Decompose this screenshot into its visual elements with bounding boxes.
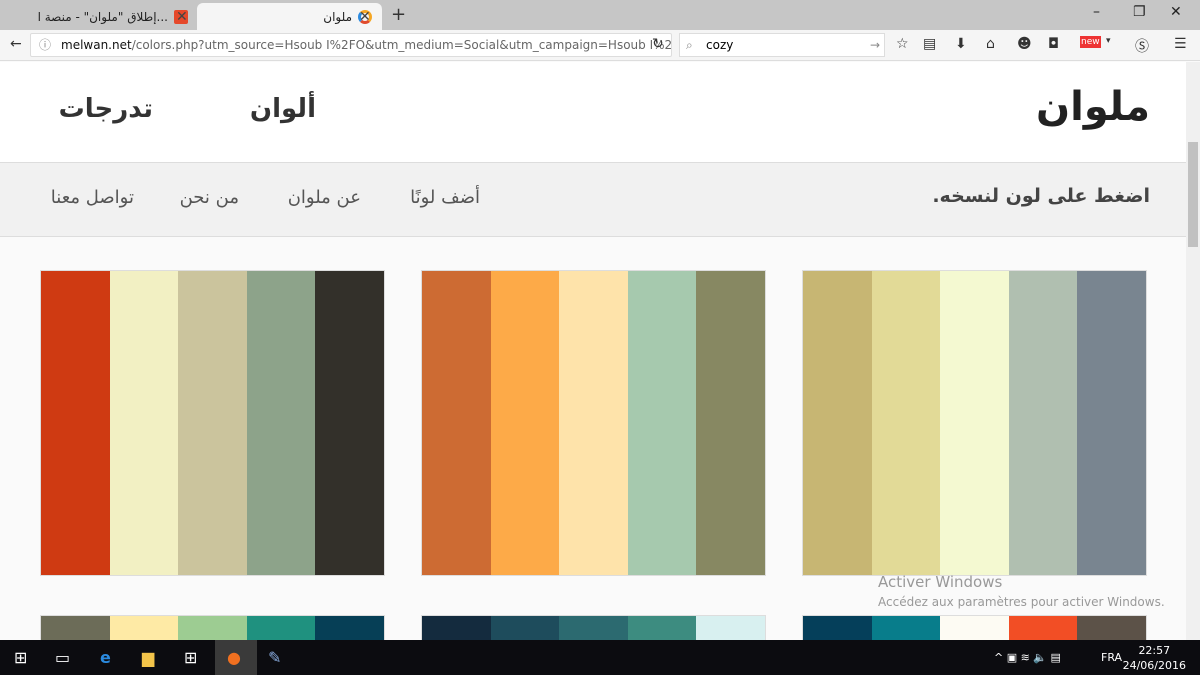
taskbar: ⊞ ▭ e ▆ ⊞ ● ✎ ^ ▣ ≋ 🔈 ▤ FRA 22:57 24/06/2…	[0, 640, 1200, 675]
palette	[802, 270, 1147, 576]
color-swatch[interactable]	[41, 271, 110, 575]
link-contact[interactable]: تواصل معنا	[51, 187, 134, 208]
bookmark-star-icon[interactable]: ☆	[896, 36, 909, 52]
reload-icon[interactable]: ↻	[652, 36, 664, 52]
color-swatch[interactable]	[422, 271, 491, 575]
minimize-button[interactable]: –	[1093, 4, 1100, 20]
color-swatch[interactable]	[178, 271, 247, 575]
time: 22:57	[1138, 644, 1171, 657]
url-path: /colors.php?utm_source=Hsoub I%2FO&utm_m…	[131, 38, 672, 52]
hello-icon[interactable]: ☻	[1017, 36, 1032, 52]
watermark-sub: Accédez aux paramètres pour activer Wind…	[878, 595, 1165, 609]
scroll-thumb[interactable]	[1188, 142, 1198, 247]
clock[interactable]: 22:57 24/06/2016	[1123, 643, 1186, 673]
close-tab-icon[interactable]: ✕	[176, 9, 188, 25]
color-swatch[interactable]	[559, 271, 628, 575]
color-swatch[interactable]	[940, 271, 1009, 575]
site-logo[interactable]: ملوان	[1036, 84, 1150, 130]
firefox-icon: ●	[227, 648, 241, 667]
color-swatch[interactable]	[1077, 271, 1146, 575]
color-swatch[interactable]	[803, 271, 872, 575]
new-tab-button[interactable]: +	[391, 4, 406, 25]
color-swatch[interactable]	[871, 271, 941, 575]
store-icon[interactable]: ⊞	[184, 648, 197, 667]
palette	[421, 270, 766, 576]
color-swatch[interactable]	[246, 271, 316, 575]
pocket-icon[interactable]: ◘	[1048, 36, 1059, 52]
url-host: melwan.net	[61, 38, 132, 52]
back-icon[interactable]: ←	[10, 36, 22, 52]
download-icon[interactable]: ⬇	[955, 36, 967, 52]
menu-icon[interactable]: ☰	[1174, 36, 1187, 52]
info-icon[interactable]: ⓘ	[39, 34, 51, 56]
link-about[interactable]: عن ملوان	[288, 187, 361, 208]
extension-new-icon[interactable]: new	[1080, 36, 1101, 48]
watermark-title: Activer Windows	[878, 573, 1003, 591]
nav-colors[interactable]: ألوان	[250, 94, 316, 124]
task-view-icon[interactable]: ▭	[55, 648, 70, 667]
file-explorer-icon[interactable]: ▆	[142, 648, 154, 667]
color-swatch[interactable]	[109, 271, 179, 575]
start-icon[interactable]: ⊞	[14, 648, 27, 667]
color-swatch[interactable]	[1008, 271, 1078, 575]
paint-icon[interactable]: ✎	[268, 648, 281, 667]
close-window-button[interactable]: ✕	[1170, 4, 1182, 20]
tray-icons[interactable]: ^ ▣ ≋ 🔈 ▤	[994, 651, 1061, 664]
nav-bar: ← ⓘ melwan.net/colors.php?utm_source=Hso…	[0, 30, 1200, 61]
palette	[40, 270, 385, 576]
tab-label: ...إطلاق "ملوان" - منصة ا	[37, 9, 168, 24]
language[interactable]: FRA	[1101, 651, 1122, 664]
link-add-color[interactable]: أضف لونًا	[410, 187, 480, 208]
dropdown-icon[interactable]: ▾	[1106, 36, 1111, 46]
tab-label: ملوان	[323, 9, 352, 24]
extension-s-icon[interactable]: Ⓢ	[1135, 36, 1149, 56]
tab-melwan[interactable]: ملوان ✕	[197, 3, 382, 30]
url-bar[interactable]: ⓘ melwan.net/colors.php?utm_source=Hsoub…	[30, 33, 672, 57]
link-who-we-are[interactable]: من نحن	[180, 187, 239, 208]
search-go-icon[interactable]: →	[870, 34, 880, 56]
home-icon[interactable]: ⌂	[986, 36, 995, 52]
color-swatch[interactable]	[490, 271, 560, 575]
date: 24/06/2016	[1122, 659, 1186, 672]
tab-hsoub[interactable]: ...إطلاق "ملوان" - منصة ا ✕	[8, 3, 198, 30]
search-icon: ⌕	[686, 38, 693, 52]
tab-bar: ...إطلاق "ملوان" - منصة ا ✕ ملوان ✕ + – …	[0, 0, 1200, 30]
reading-list-icon[interactable]: ▤	[923, 36, 936, 52]
color-swatch[interactable]	[627, 271, 697, 575]
nav-gradients[interactable]: تدرجات	[59, 94, 153, 124]
scrollbar[interactable]	[1186, 62, 1200, 640]
close-tab-icon[interactable]: ✕	[359, 9, 371, 25]
sub-bar: اضغط على لون لنسخه. أضف لونًا عن ملوان م…	[0, 163, 1186, 237]
restore-button[interactable]: ❐	[1133, 4, 1146, 20]
color-swatch[interactable]	[315, 271, 384, 575]
search-input[interactable]: ⌕ cozy →	[679, 33, 885, 57]
search-value: cozy	[706, 38, 734, 52]
copy-hint: اضغط على لون لنسخه.	[932, 185, 1150, 207]
firefox-taskbar-button[interactable]: ●	[215, 640, 257, 675]
site-header: ملوان ألوان تدرجات	[0, 62, 1186, 163]
color-swatch[interactable]	[696, 271, 765, 575]
edge-icon[interactable]: e	[100, 648, 111, 667]
